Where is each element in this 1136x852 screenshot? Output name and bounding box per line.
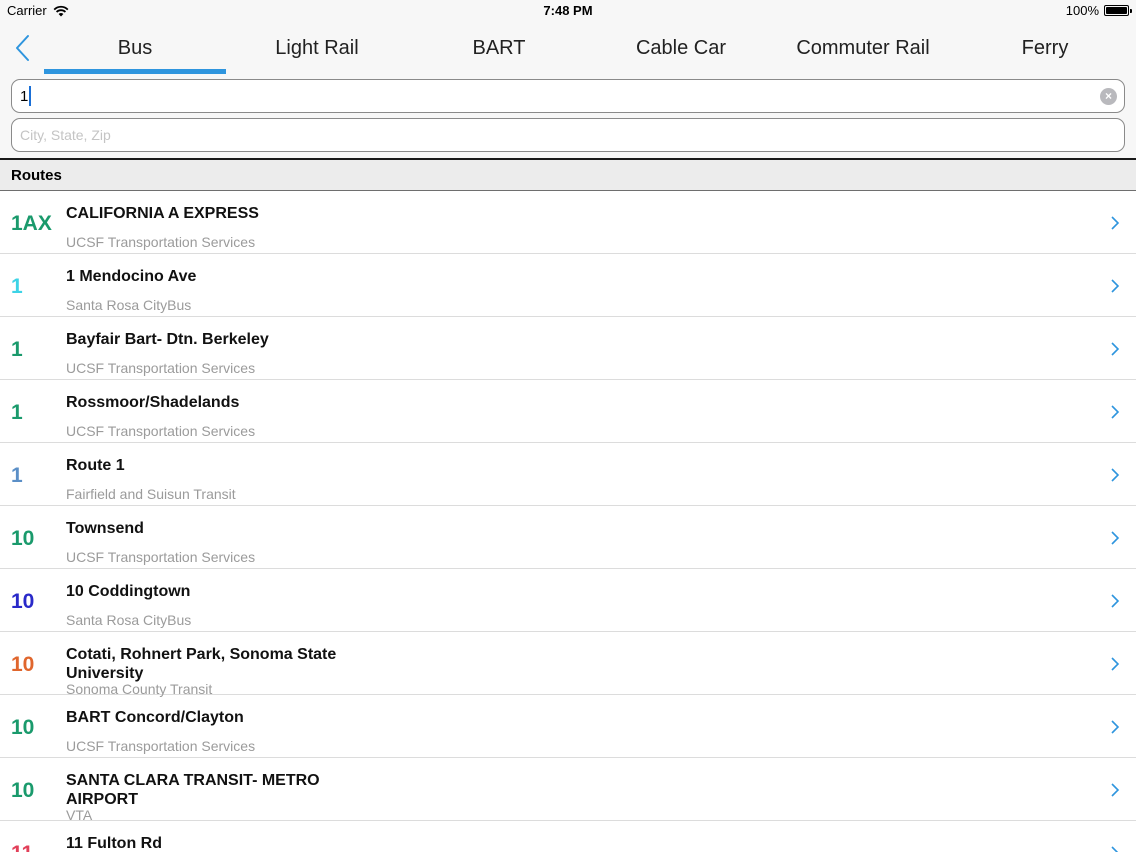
- transit-mode-tabs: Bus Light Rail BART Cable Car Commuter R…: [44, 22, 1136, 76]
- chevron-right-icon: [1111, 216, 1120, 230]
- route-name: 11 Fulton Rd: [66, 835, 162, 852]
- chevron-right-icon: [1111, 405, 1120, 419]
- route-list: 1AX CALIFORNIA A EXPRESS UCSF Transportati…: [0, 191, 1136, 852]
- route-number: 1: [11, 338, 23, 361]
- route-agency: Fairfield and Suisun Transit: [66, 486, 236, 502]
- route-number: 1AX: [11, 212, 52, 235]
- battery-percent: 100%: [1065, 3, 1099, 18]
- chevron-right-icon: [1111, 783, 1120, 797]
- chevron-right-icon: [1111, 342, 1120, 356]
- nav-bar: Bus Light Rail BART Cable Car Commuter R…: [0, 22, 1136, 76]
- route-number: 1: [11, 275, 23, 298]
- status-time: 7:48 PM: [543, 3, 593, 18]
- route-name: Rossmoor/Shadelands: [66, 394, 240, 411]
- section-header: Routes: [0, 160, 1136, 191]
- route-search-input[interactable]: 1 ×: [11, 79, 1125, 113]
- route-row[interactable]: 10 10 Coddingtown Santa Rosa CityBus: [0, 569, 1136, 632]
- chevron-right-icon: [1111, 657, 1120, 671]
- chevron-right-icon: [1111, 594, 1120, 608]
- route-number: 11: [11, 821, 33, 852]
- app-window: Carrier 7:48 PM 100% Bus Light Rail BART…: [0, 0, 1136, 852]
- route-number: 1: [11, 464, 23, 487]
- clear-icon[interactable]: ×: [1100, 88, 1117, 105]
- route-row[interactable]: 1 Rossmoor/Shadelands UCSF Transportation …: [0, 380, 1136, 443]
- battery-level: [1106, 7, 1127, 14]
- tab-bus[interactable]: Bus: [44, 22, 226, 76]
- route-number: 1: [11, 401, 23, 424]
- tab-bart[interactable]: BART: [408, 22, 590, 76]
- tab-commuter-rail[interactable]: Commuter Rail: [772, 22, 954, 76]
- route-name: CALIFORNIA A EXPRESS: [66, 205, 259, 222]
- route-agency: UCSF Transportation Services: [66, 423, 256, 439]
- route-name: Bayfair Bart- Dtn. Berkeley: [66, 331, 269, 348]
- location-search-input[interactable]: City, State, Zip: [11, 118, 1125, 152]
- route-agency: UCSF Transportation Services: [66, 549, 256, 565]
- route-row[interactable]: 10 Cotati, Rohnert Park, Sonoma State Uni…: [0, 632, 1136, 697]
- route-name: BART Concord/Clayton: [66, 709, 244, 726]
- chevron-right-icon: [1111, 468, 1120, 482]
- route-number: 10: [11, 716, 35, 739]
- route-name: Cotati, Rohnert Park, Sonoma State Unive…: [66, 646, 337, 682]
- route-row[interactable]: 1 1 Mendocino Ave Santa Rosa CityBus: [0, 254, 1136, 317]
- route-name: Townsend: [66, 520, 144, 537]
- battery-icon: [1104, 5, 1132, 16]
- chevron-right-icon: [1111, 720, 1120, 734]
- tab-cable-car[interactable]: Cable Car: [590, 22, 772, 76]
- status-bar: Carrier 7:48 PM 100%: [0, 0, 1136, 22]
- chevron-right-icon: [1111, 531, 1120, 545]
- search-area: 1 × City, State, Zip: [0, 76, 1136, 160]
- route-agency: UCSF Transportation Services: [66, 234, 256, 250]
- status-right: 100%: [1065, 3, 1132, 18]
- route-agency: Santa Rosa CityBus: [66, 297, 192, 313]
- route-number: 10: [11, 590, 35, 613]
- route-number: 10: [11, 653, 35, 676]
- route-number: 10: [11, 527, 35, 550]
- route-row[interactable]: 1111 Fulton RdSanta Rosa CityBus: [0, 821, 1136, 852]
- route-name: 10 Coddingtown: [66, 583, 191, 600]
- route-search-value: 1: [20, 87, 29, 105]
- route-row[interactable]: 1 Route 1 Fairfield and Suisun Transit: [0, 443, 1136, 506]
- route-name: Route 1: [66, 457, 125, 474]
- route-name: SANTA CLARA TRANSIT- METRO AIRPORT: [66, 772, 320, 808]
- route-agency: UCSF Transportation Services: [66, 360, 256, 376]
- route-row[interactable]: 1 Bayfair Bart- Dtn. Berkeley UCSF Transpo…: [0, 317, 1136, 380]
- text-cursor: [29, 86, 32, 106]
- location-placeholder: City, State, Zip: [20, 127, 111, 143]
- chevron-right-icon: [1111, 846, 1119, 852]
- route-number: 10: [11, 779, 35, 802]
- route-row[interactable]: 10 Townsend UCSF Transportation Services: [0, 506, 1136, 569]
- route-row[interactable]: 10 BART Concord/Clayton UCSF Transportatio…: [0, 695, 1136, 758]
- route-agency: Santa Rosa CityBus: [66, 612, 192, 628]
- route-row[interactable]: 10 SANTA CLARA TRANSIT- METRO AIRPORT VTA: [0, 758, 1136, 823]
- route-row[interactable]: 1AX CALIFORNIA A EXPRESS UCSF Transportati…: [0, 191, 1136, 254]
- back-chevron-icon[interactable]: [12, 30, 38, 66]
- chevron-right-icon: [1111, 279, 1120, 293]
- route-name: 1 Mendocino Ave: [66, 268, 197, 285]
- tab-light-rail[interactable]: Light Rail: [226, 22, 408, 76]
- route-agency: UCSF Transportation Services: [66, 738, 256, 754]
- tab-ferry[interactable]: Ferry: [954, 22, 1136, 76]
